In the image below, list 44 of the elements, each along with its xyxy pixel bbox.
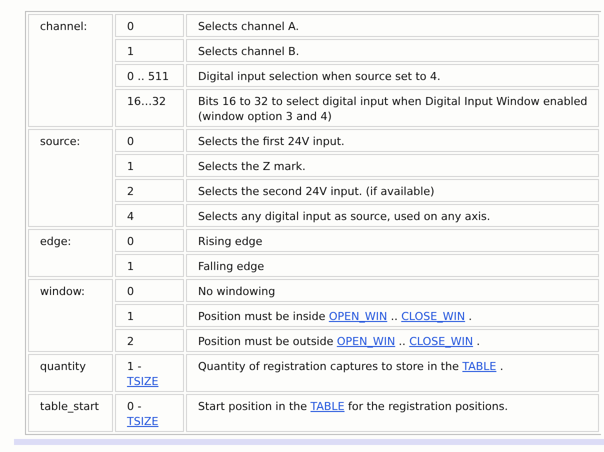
value-text: 1 bbox=[127, 260, 134, 273]
value-text: 16…32 bbox=[127, 95, 166, 108]
link[interactable]: TSIZE bbox=[127, 415, 158, 428]
description-text: Digital input selection when source set to 4. bbox=[198, 70, 440, 83]
link[interactable]: OPEN_WIN bbox=[336, 335, 396, 348]
description-text: Position must be inside OPEN_WIN .. CLOSE_WIN . bbox=[198, 310, 472, 323]
description-text: Quantity of registration captures to store in the TABLE . bbox=[198, 360, 504, 373]
description-text: Selects the first 24V input. bbox=[198, 135, 345, 148]
description-text: Bits 16 to 32 to select digital input when Digital Input Window enabled (window option 3 and 4) bbox=[198, 95, 588, 123]
link[interactable]: TABLE bbox=[462, 360, 496, 373]
link[interactable]: TSIZE bbox=[127, 375, 158, 388]
value-text: 0 bbox=[127, 235, 134, 248]
description-text: Selects the second 24V input. (if available) bbox=[198, 185, 434, 198]
value-text: 1 bbox=[127, 45, 134, 58]
value-text: 0 bbox=[127, 20, 134, 33]
value-text: 1 bbox=[127, 160, 134, 173]
parameter-name: window: bbox=[40, 285, 85, 298]
description-text: No windowing bbox=[198, 285, 276, 298]
link[interactable]: OPEN_WIN bbox=[328, 310, 388, 323]
parameter-name: source: bbox=[40, 135, 80, 148]
value-text: 0 .. 511 bbox=[127, 70, 169, 83]
link[interactable]: TABLE bbox=[310, 400, 345, 413]
description-text: Selects channel A. bbox=[198, 20, 300, 33]
link[interactable]: CLOSE_WIN bbox=[409, 335, 474, 348]
value-text: 0 - TSIZE bbox=[127, 400, 158, 428]
parameter-name: table_start bbox=[40, 400, 99, 413]
description-text: Rising edge bbox=[198, 235, 262, 248]
link[interactable]: CLOSE_WIN bbox=[401, 310, 466, 323]
value-text: 0 bbox=[127, 285, 134, 298]
description-text: Position must be outside OPEN_WIN .. CLOSE_WIN . bbox=[198, 335, 480, 348]
description-text: Selects the Z mark. bbox=[198, 160, 306, 173]
description-text: Falling edge bbox=[198, 260, 264, 273]
parameter-name: edge: bbox=[40, 235, 72, 248]
description-text: Selects channel B. bbox=[198, 45, 300, 58]
parameter-name: channel: bbox=[40, 20, 88, 33]
description-text: Start position in the TABLE for the registration positions. bbox=[198, 400, 508, 413]
value-text: 2 bbox=[127, 185, 134, 198]
value-text: 1 - TSIZE bbox=[127, 360, 158, 388]
value-text: 1 bbox=[127, 310, 134, 323]
value-text: 0 bbox=[127, 135, 134, 148]
value-text: 4 bbox=[127, 210, 134, 223]
parameter-name: quantity bbox=[40, 360, 86, 373]
description-text: Selects any digital input as source, used on any axis. bbox=[198, 210, 490, 223]
value-text: 2 bbox=[127, 335, 134, 348]
